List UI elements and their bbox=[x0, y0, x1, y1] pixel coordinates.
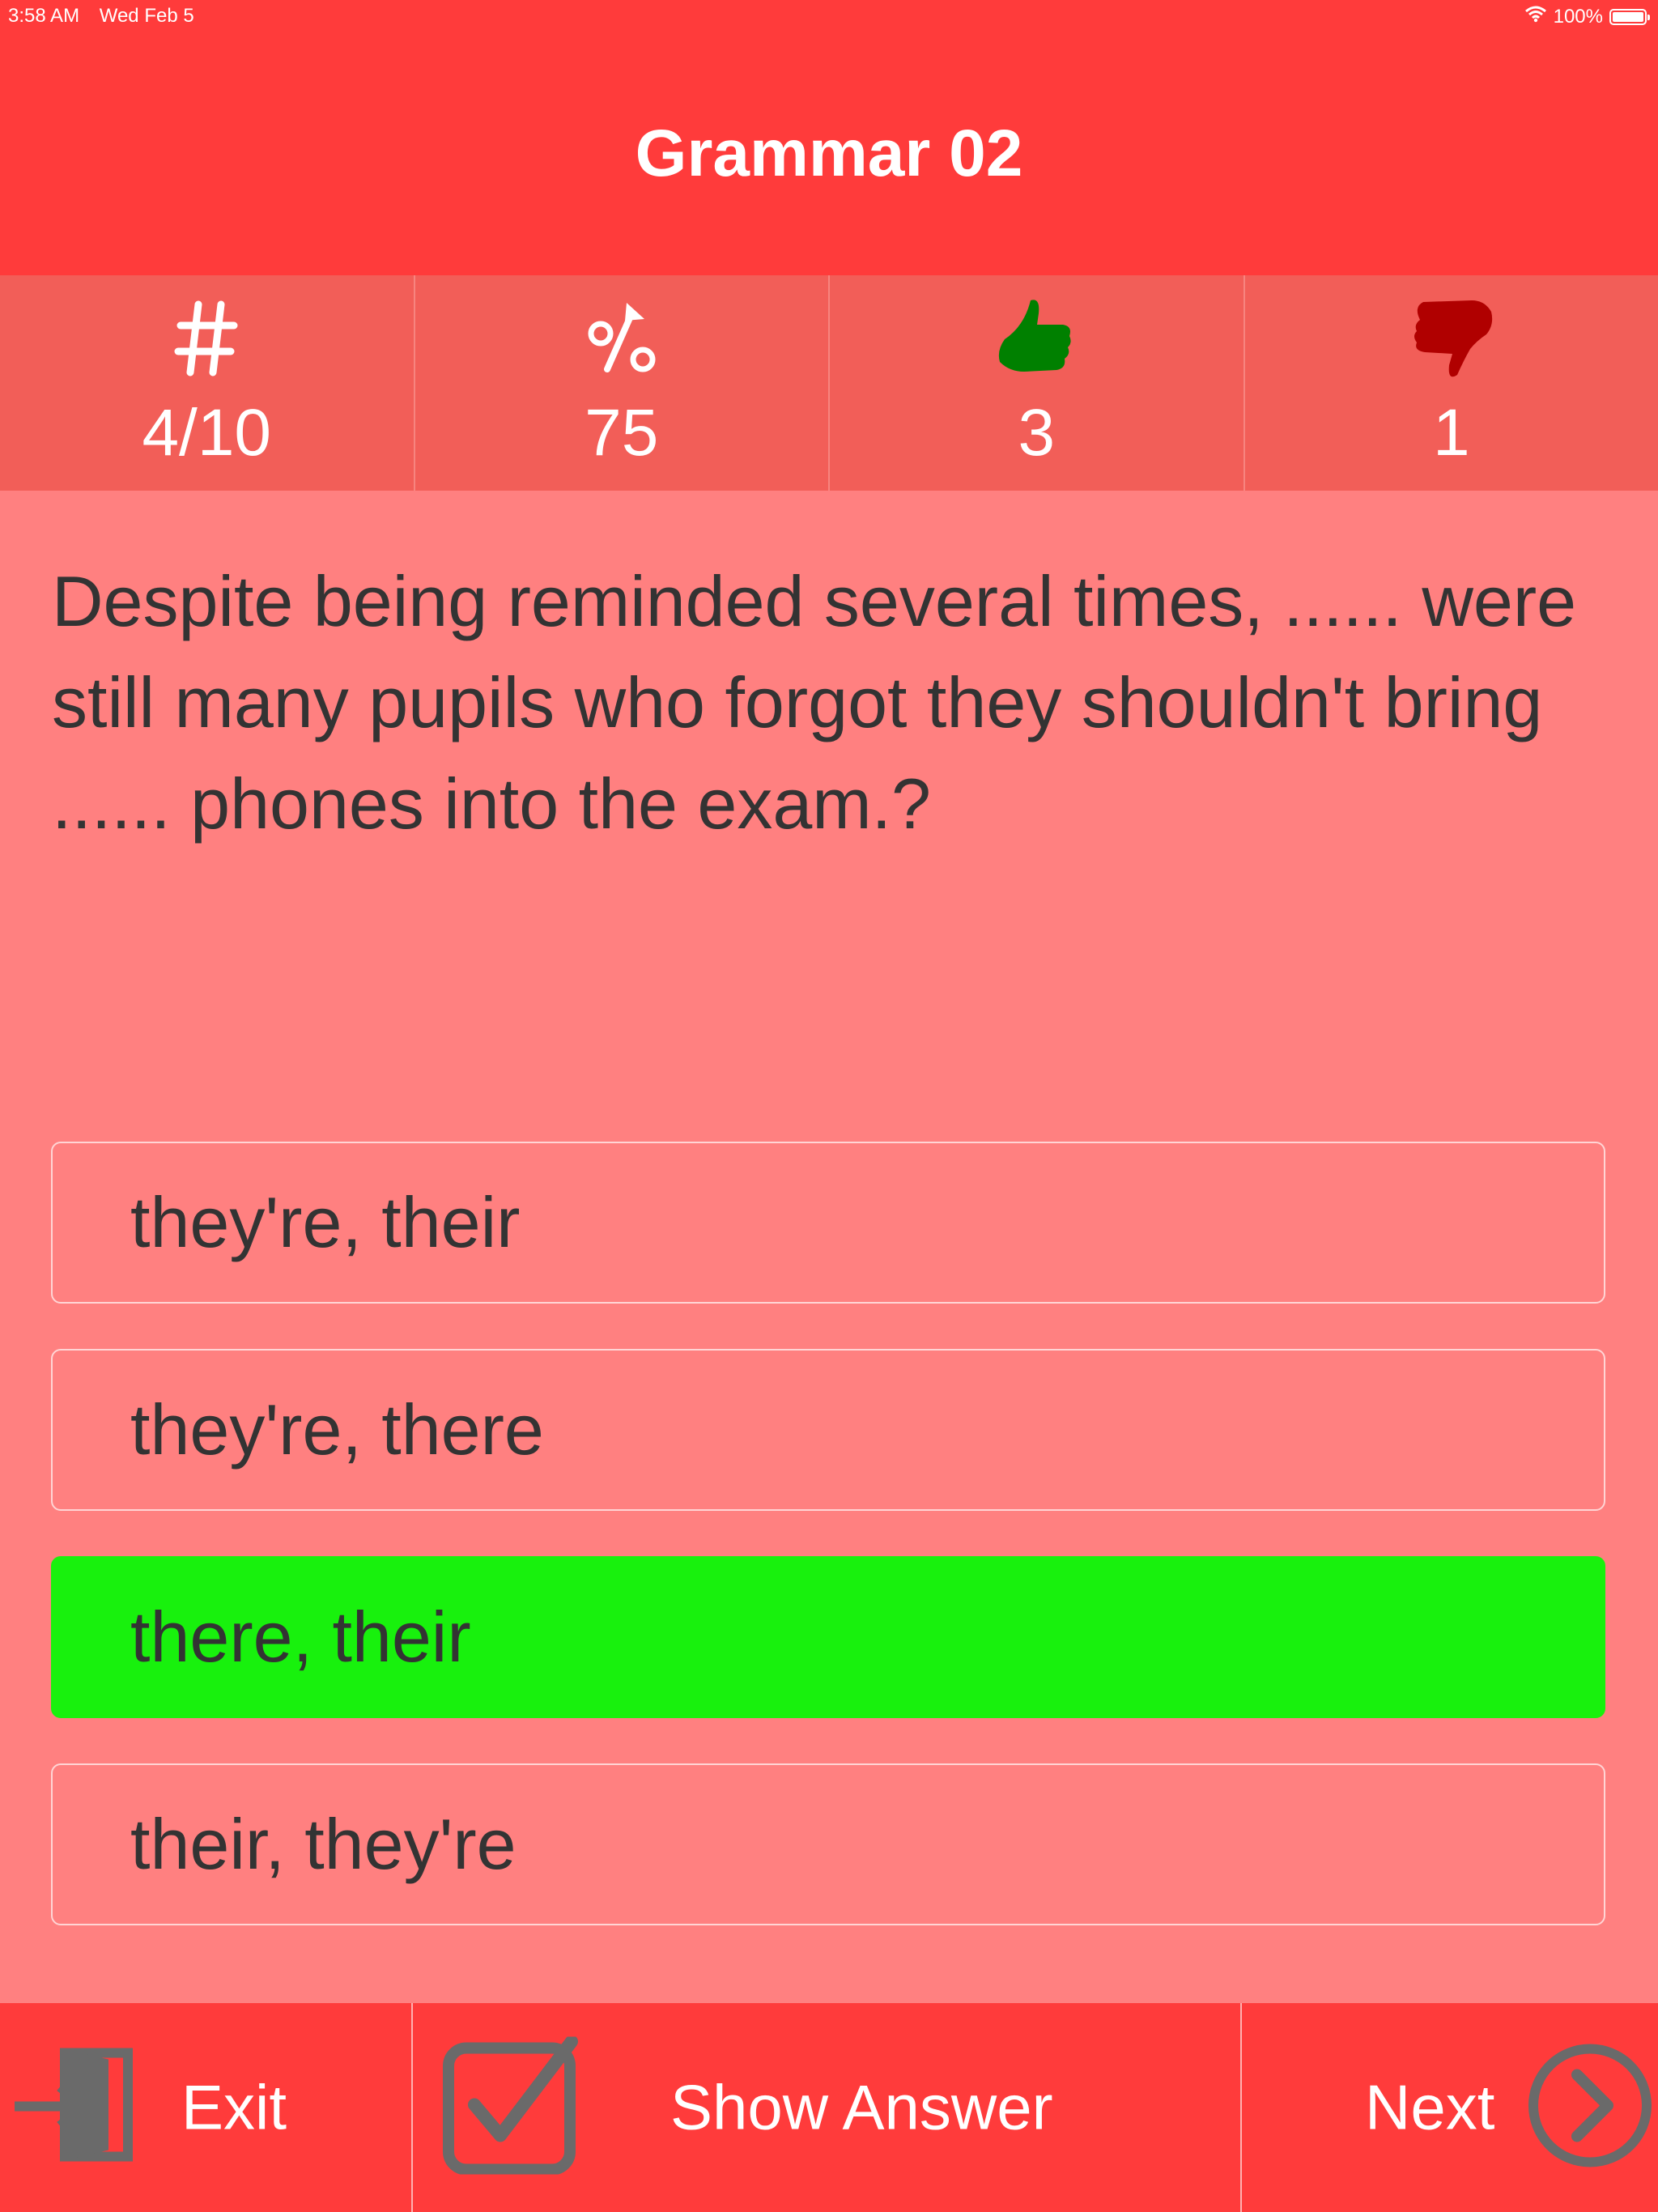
wifi-icon bbox=[1524, 5, 1547, 28]
answer-option-4[interactable]: their, they're bbox=[51, 1763, 1605, 1925]
stat-correct: 3 bbox=[830, 275, 1245, 491]
bottom-toolbar: Exit Show Answer Next bbox=[0, 2003, 1658, 2212]
stat-question-number-value: 4/10 bbox=[142, 396, 272, 470]
exit-label: Exit bbox=[181, 2071, 287, 2143]
chevron-right-circle-icon bbox=[1527, 2043, 1653, 2173]
answer-option-label: they're, their bbox=[130, 1182, 521, 1262]
show-answer-label: Show Answer bbox=[670, 2071, 1053, 2143]
thumbs-down-icon bbox=[1399, 290, 1504, 387]
status-time-date: 3:58 AM Wed Feb 5 bbox=[8, 5, 209, 28]
thumbs-up-icon bbox=[984, 290, 1089, 387]
hash-icon bbox=[154, 290, 259, 387]
stat-question-number: 4/10 bbox=[0, 275, 415, 491]
status-date: Wed Feb 5 bbox=[99, 5, 194, 27]
next-button[interactable]: Next bbox=[1242, 2003, 1658, 2212]
answer-option-2[interactable]: they're, there bbox=[51, 1349, 1605, 1511]
show-answer-button[interactable]: Show Answer bbox=[413, 2003, 1242, 2212]
status-bar: 3:58 AM Wed Feb 5 100% bbox=[0, 0, 1658, 32]
answer-option-3[interactable]: there, their bbox=[51, 1556, 1605, 1718]
answer-option-label: their, they're bbox=[130, 1804, 517, 1884]
status-right: 100% bbox=[1524, 5, 1650, 28]
next-label: Next bbox=[1365, 2071, 1495, 2143]
stats-row: 4/10 75 3 1 bbox=[0, 275, 1658, 491]
exit-door-icon bbox=[11, 2045, 141, 2171]
battery-icon bbox=[1609, 8, 1650, 25]
answer-option-1[interactable]: they're, their bbox=[51, 1142, 1605, 1304]
answer-option-label: they're, there bbox=[130, 1389, 544, 1470]
answer-option-label: there, their bbox=[130, 1597, 471, 1677]
nav-bar: Grammar 02 bbox=[0, 32, 1658, 275]
stat-percent: 75 bbox=[415, 275, 830, 491]
percent-trend-icon bbox=[569, 290, 674, 387]
stat-wrong: 1 bbox=[1245, 275, 1658, 491]
question-text: Despite being reminded several times, ..… bbox=[52, 561, 1577, 844]
stat-correct-value: 3 bbox=[1018, 396, 1056, 470]
page-title: Grammar 02 bbox=[635, 117, 1023, 190]
checkbox-checked-icon bbox=[442, 2035, 580, 2179]
stat-percent-value: 75 bbox=[585, 396, 659, 470]
status-time: 3:58 AM bbox=[8, 5, 80, 27]
exit-button[interactable]: Exit bbox=[0, 2003, 413, 2212]
battery-percent: 100% bbox=[1553, 5, 1603, 28]
stat-wrong-value: 1 bbox=[1432, 396, 1470, 470]
